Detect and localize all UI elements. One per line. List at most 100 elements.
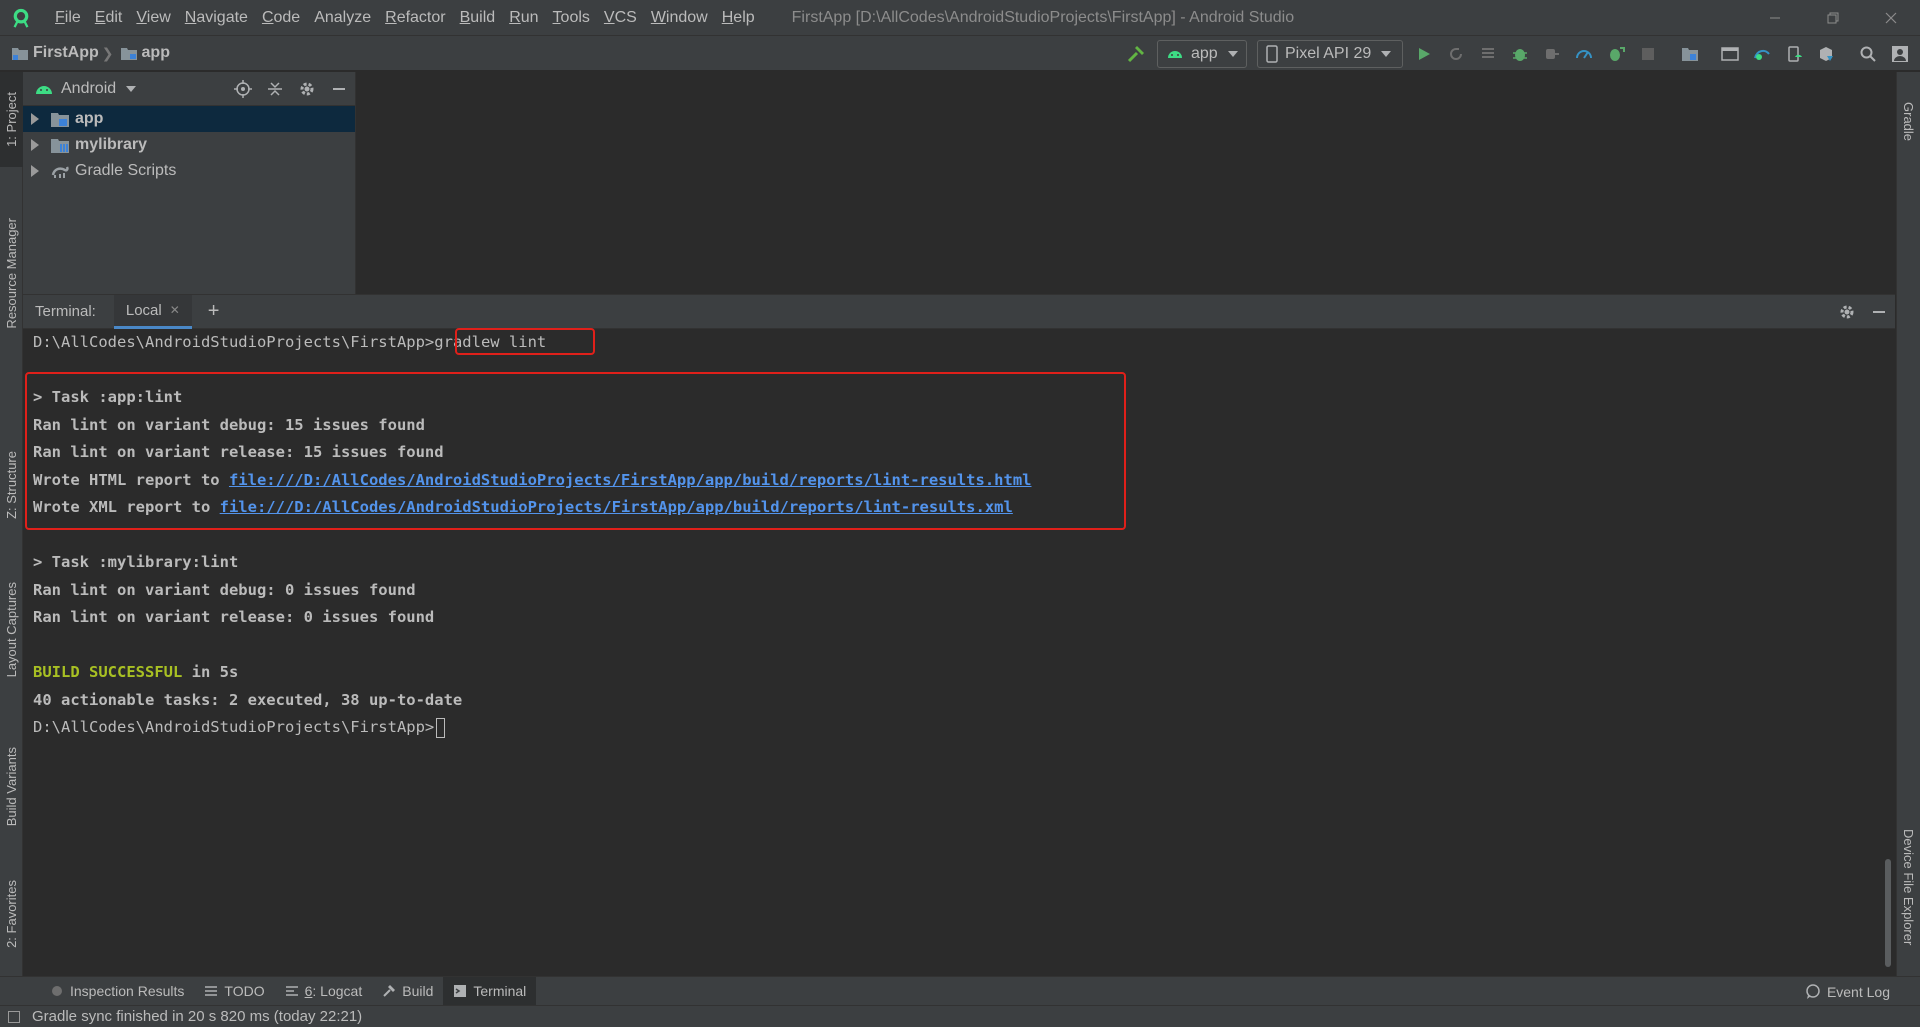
gear-icon[interactable] <box>1831 295 1863 329</box>
search-icon[interactable] <box>1854 40 1882 68</box>
android-studio-logo-icon <box>13 8 29 28</box>
tab-build-variants-label: Build Variants <box>4 747 19 827</box>
apply-changes-icon[interactable] <box>1442 40 1470 68</box>
event-log-button[interactable]: Event Log <box>1805 977 1890 1006</box>
tab-terminal[interactable]: Terminal <box>443 976 537 1006</box>
project-view-select[interactable]: Android <box>61 80 116 98</box>
chevron-right-icon[interactable] <box>31 113 39 125</box>
menu-analyze[interactable]: Analyze <box>307 0 378 35</box>
toggle-tool-windows-icon[interactable] <box>8 1010 20 1023</box>
terminal-header: Terminal: Local ✕ + <box>23 294 1895 329</box>
menu-file[interactable]: File <box>48 0 88 35</box>
locate-icon[interactable] <box>227 72 259 106</box>
breadcrumb-project[interactable]: FirstApp <box>33 44 99 62</box>
close-icon[interactable]: ✕ <box>170 303 180 317</box>
build-status: BUILD SUCCESSFUL <box>33 663 183 681</box>
title-bar: File Edit View Navigate Code Analyze Refactor B… <box>0 0 1920 35</box>
tab-inspection-results[interactable]: Inspection Results <box>40 977 194 1006</box>
project-structure-icon[interactable] <box>1676 40 1704 68</box>
tab-build[interactable]: Build <box>372 977 443 1006</box>
tab-project[interactable]: 1: Project <box>0 72 23 167</box>
terminal-cursor <box>436 717 446 738</box>
module-folder-icon <box>51 113 69 127</box>
make-project-hammer-icon[interactable] <box>1122 40 1150 68</box>
device-select[interactable]: Pixel API 29 <box>1257 40 1403 68</box>
device-manager-icon[interactable] <box>1780 40 1808 68</box>
stop-icon[interactable] <box>1634 40 1662 68</box>
terminal-tab-label: Local <box>125 301 162 319</box>
hide-panel-icon[interactable] <box>323 72 355 106</box>
menu-edit[interactable]: Edit <box>88 0 130 35</box>
main-menu: File Edit View Navigate Code Analyze Refactor B… <box>48 0 762 35</box>
tab-favorites-label: 2: Favorites <box>4 880 19 948</box>
tab-structure[interactable]: Z: Structure <box>0 430 23 540</box>
menu-window[interactable]: Window <box>644 0 715 35</box>
bottom-tool-tabs: Inspection Results TODO 6: Logcat Build … <box>0 976 1920 1006</box>
apply-code-changes-icon[interactable] <box>1474 40 1502 68</box>
chevron-down-icon <box>1227 51 1238 57</box>
terminal-line: D:\AllCodes\AndroidStudioProjects\FirstA… <box>33 329 1873 357</box>
terminal-panel: Terminal: Local ✕ + D:\AllCodes\AndroidS… <box>23 294 1895 976</box>
chevron-right-icon[interactable] <box>31 139 39 151</box>
menu-build[interactable]: Build <box>453 0 503 35</box>
terminal-tab-local[interactable]: Local ✕ <box>113 294 192 329</box>
sdk-manager-icon[interactable] <box>1812 40 1840 68</box>
menu-refactor[interactable]: Refactor <box>378 0 452 35</box>
gear-icon[interactable] <box>291 72 323 106</box>
chevron-down-icon[interactable] <box>126 85 137 92</box>
attach-process-icon[interactable] <box>1602 40 1630 68</box>
menu-help[interactable]: Help <box>715 0 762 35</box>
tab-layout-captures[interactable]: Layout Captures <box>0 567 23 692</box>
menu-vcs[interactable]: VCS <box>597 0 644 35</box>
menu-run[interactable]: Run <box>502 0 545 35</box>
inspection-icon <box>50 984 64 998</box>
tab-todo-label: TODO <box>224 983 265 999</box>
collapse-all-icon[interactable] <box>259 72 291 106</box>
speech-bubble-icon <box>1806 983 1820 999</box>
tab-favorites[interactable]: 2: Favorites <box>0 864 23 964</box>
user-avatar-icon[interactable] <box>1886 40 1914 68</box>
terminal-scrollbar[interactable] <box>1881 329 1895 977</box>
tab-build-variants[interactable]: Build Variants <box>0 727 23 847</box>
terminal-output[interactable]: D:\AllCodes\AndroidStudioProjects\FirstA… <box>23 328 1873 977</box>
hammer-icon <box>382 984 396 998</box>
sync-gradle-icon[interactable] <box>1748 40 1776 68</box>
tree-item-app[interactable]: app <box>23 106 355 132</box>
tree-item-gradle-scripts[interactable]: Gradle Scripts <box>23 158 355 184</box>
tab-logcat[interactable]: 6: Logcat <box>275 977 373 1006</box>
tree-item-label: Gradle Scripts <box>75 162 177 179</box>
chevron-right-icon[interactable] <box>31 165 39 177</box>
project-folder-icon <box>12 47 28 60</box>
tree-item-mylibrary[interactable]: mylibrary <box>23 132 355 158</box>
tab-todo[interactable]: TODO <box>194 977 274 1006</box>
avd-manager-icon[interactable] <box>1716 40 1744 68</box>
profile-icon[interactable] <box>1570 40 1598 68</box>
scrollbar-thumb[interactable] <box>1885 859 1891 967</box>
gradle-icon <box>51 166 69 178</box>
terminal-line: Ran lint on variant release: 0 issues fo… <box>33 608 435 626</box>
tab-resource-manager[interactable]: Resource Manager <box>0 198 23 348</box>
chevron-down-icon <box>1381 51 1392 57</box>
minimize-icon[interactable] <box>1746 0 1804 35</box>
menu-navigate[interactable]: Navigate <box>178 0 255 35</box>
terminal-line: 40 actionable tasks: 2 executed, 38 up-t… <box>33 690 463 709</box>
hide-panel-icon[interactable] <box>1863 295 1895 329</box>
breadcrumb-module[interactable]: app <box>142 44 170 62</box>
debug-icon[interactable] <box>1506 40 1534 68</box>
new-terminal-plus-icon[interactable]: + <box>208 300 220 323</box>
tab-structure-label: Z: Structure <box>4 451 19 519</box>
menu-view[interactable]: View <box>129 0 177 35</box>
tab-gradle[interactable]: Gradle <box>1897 82 1920 162</box>
close-icon[interactable] <box>1862 0 1920 35</box>
run-config-select[interactable]: app <box>1157 40 1247 68</box>
tab-device-file-explorer-label: Device File Explorer <box>1901 828 1916 946</box>
project-panel-header: Android <box>23 72 355 106</box>
menu-code[interactable]: Code <box>255 0 307 35</box>
tab-device-file-explorer[interactable]: Device File Explorer <box>1897 802 1920 972</box>
terminal-line: > Task :mylibrary:lint <box>33 553 239 571</box>
menu-tools[interactable]: Tools <box>546 0 597 35</box>
run-icon[interactable] <box>1410 40 1438 68</box>
restore-icon[interactable] <box>1804 0 1862 35</box>
attach-debugger-icon[interactable] <box>1538 40 1566 68</box>
